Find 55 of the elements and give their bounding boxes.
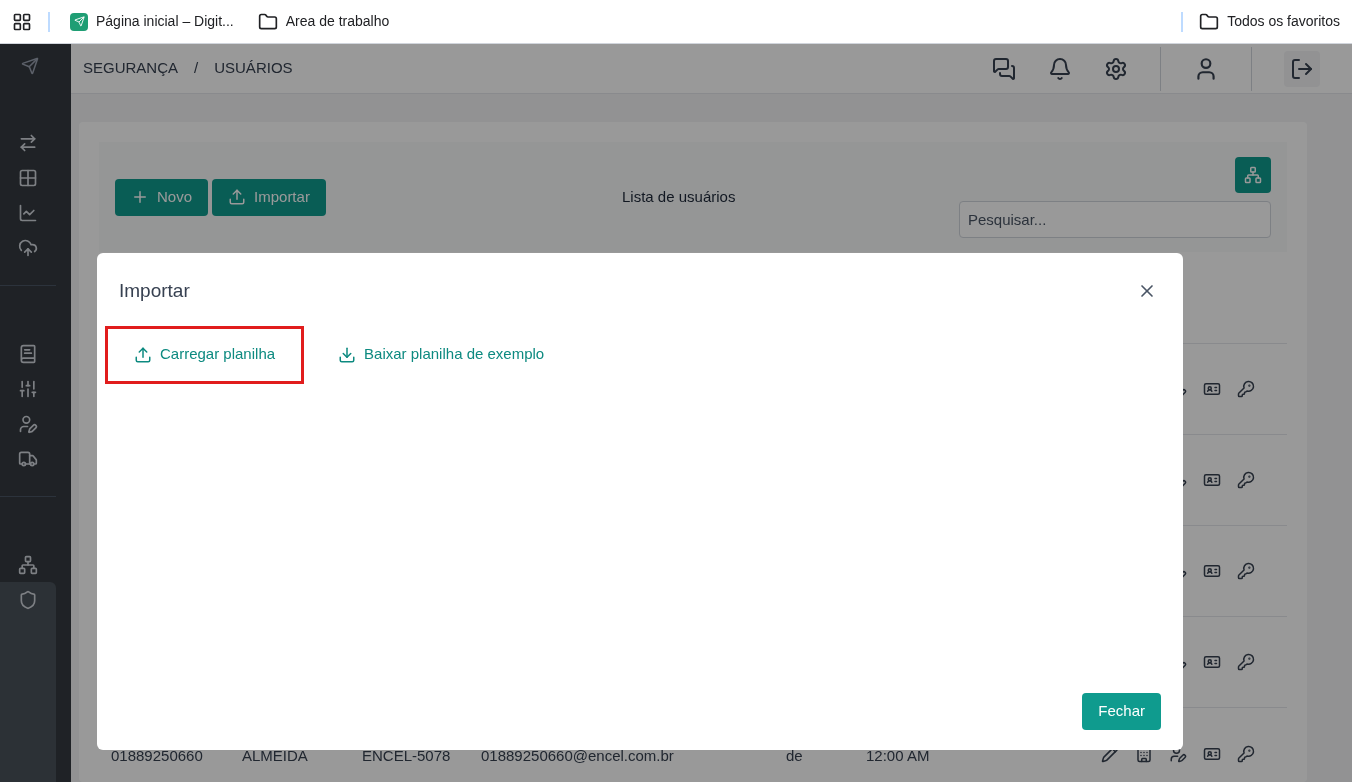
user-pen-icon xyxy=(18,413,38,434)
book-icon xyxy=(18,343,38,364)
bookmark[interactable]: Area de trabalho xyxy=(253,11,394,32)
bell-icon[interactable] xyxy=(1048,56,1072,81)
folder-icon xyxy=(1199,11,1220,32)
id-card-icon[interactable] xyxy=(1203,380,1221,398)
paper-plane-icon[interactable] xyxy=(20,57,39,76)
bookmark[interactable]: Todos os favoritos xyxy=(1199,11,1340,32)
upload-icon xyxy=(228,188,247,206)
id-card-icon[interactable] xyxy=(1203,562,1221,580)
apps-icon[interactable] xyxy=(12,11,32,32)
logout-icon xyxy=(1290,56,1314,81)
download-link[interactable]: Baixar planilha de exemplo xyxy=(312,325,571,384)
key-icon[interactable] xyxy=(1237,380,1255,398)
arrows-icon xyxy=(18,132,38,153)
table-cell-text: 01889250660@encel.com.br xyxy=(481,746,675,766)
breadcrumb-item[interactable]: USUÁRIOS xyxy=(214,57,293,80)
hierarchy-icon xyxy=(1244,165,1262,184)
breadcrumb-item: / xyxy=(194,58,199,79)
upload-icon xyxy=(134,345,152,364)
key-icon[interactable] xyxy=(1237,653,1255,671)
download-icon xyxy=(338,345,357,364)
search-field[interactable]: Pesquisar... xyxy=(959,200,1271,238)
close-dialog-button[interactable]: Fechar xyxy=(1082,693,1161,730)
id-card-icon[interactable] xyxy=(1203,745,1221,763)
key-icon[interactable] xyxy=(1237,471,1255,489)
key-icon[interactable] xyxy=(1237,562,1255,580)
settings-icon[interactable] xyxy=(1104,56,1128,81)
breadcrumb-item[interactable]: SEGURANÇA xyxy=(83,57,179,80)
logout-button[interactable] xyxy=(1284,50,1320,87)
new-button[interactable]: Novo xyxy=(115,178,209,216)
list-title: Lista de usuários xyxy=(622,186,737,207)
plus-icon xyxy=(131,188,149,206)
id-card-icon[interactable] xyxy=(1203,471,1221,489)
site-logo-icon xyxy=(70,12,88,31)
hierarchy-button[interactable] xyxy=(1235,156,1271,193)
upload-link[interactable]: Carregar planilha xyxy=(105,325,305,384)
grid-icon xyxy=(18,167,38,188)
dialog-title: Importar xyxy=(119,279,190,303)
network-icon xyxy=(18,554,38,575)
import-button[interactable]: Importar xyxy=(212,178,326,216)
sliders-icon xyxy=(18,378,38,399)
cloud-upload-icon xyxy=(18,237,38,258)
folder-icon xyxy=(257,11,278,32)
chart-icon xyxy=(18,202,38,223)
key-icon[interactable] xyxy=(1237,745,1255,763)
id-card-icon[interactable] xyxy=(1203,653,1221,671)
chat-icon[interactable] xyxy=(992,56,1016,81)
table-cell-text: 12:00 AM xyxy=(866,746,931,766)
table-cell-text: ALMEIDA xyxy=(242,746,309,766)
table-cell-text: de xyxy=(786,746,804,766)
shield-icon xyxy=(18,590,38,610)
table-cell-text: 01889250660 xyxy=(111,746,204,766)
bookmark[interactable]: Página inicial – Digit... xyxy=(66,11,238,32)
table-cell-text: ENCEL-5078 xyxy=(362,746,452,766)
